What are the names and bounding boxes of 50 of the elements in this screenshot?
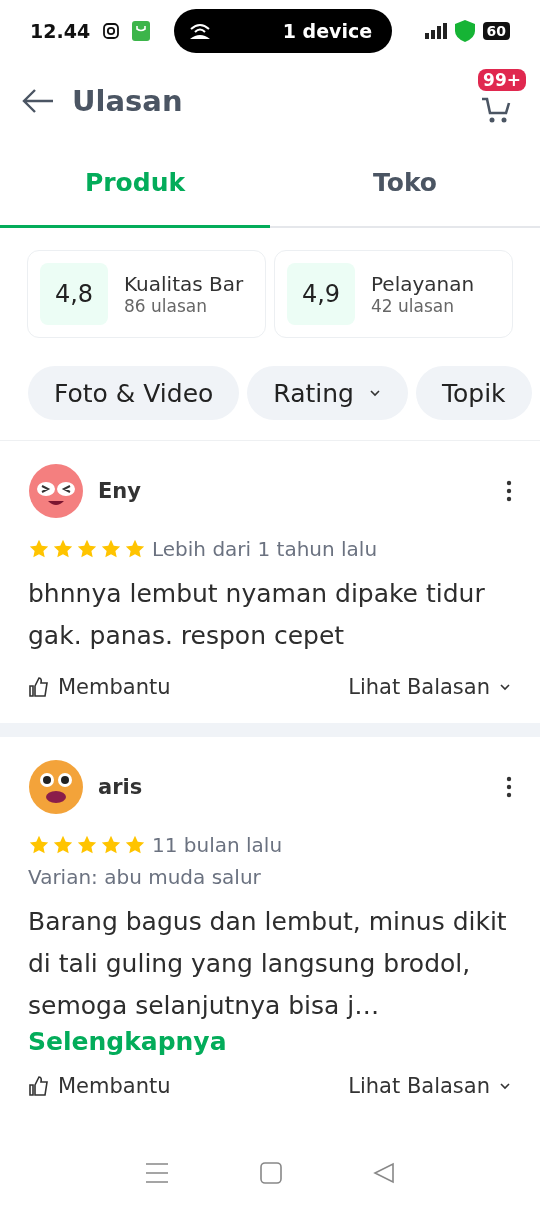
variant-text: Varian: abu muda salur [28, 865, 262, 889]
hotspot-text: 1 device [282, 20, 373, 42]
camera-app-icon [102, 22, 121, 40]
cart-count-badge: 99+ [478, 69, 526, 91]
star-icon [28, 834, 50, 856]
rating-label: Pelayanan [371, 272, 475, 296]
filter-chip[interactable]: Rating [247, 366, 408, 420]
rating-score: 4,8 [40, 263, 108, 325]
star-icon [124, 834, 146, 856]
signal-icon [424, 23, 447, 39]
more-options-icon[interactable] [506, 480, 512, 502]
star-icon [76, 538, 98, 560]
tab[interactable]: Toko [270, 140, 540, 228]
review-time: 11 bulan lalu [152, 833, 283, 857]
helpful-button[interactable]: Membantu [28, 1074, 171, 1098]
back-triangle-icon[interactable] [372, 1162, 395, 1184]
more-options-icon[interactable] [506, 776, 512, 798]
thumbs-up-icon [28, 676, 50, 698]
battery-level: 60 [482, 22, 510, 40]
cart-icon[interactable] [481, 97, 511, 123]
review-text: bhnnya lembut nyaman dipake tidur gak. panas. respon cepet [28, 578, 486, 652]
shopping-app-icon [132, 21, 151, 41]
star-icon [76, 834, 98, 856]
review-count: 86 ulasan [124, 296, 208, 316]
view-replies-button[interactable]: Lihat Balasan [348, 675, 512, 699]
reviewer-name: aris [98, 775, 143, 799]
star-icon [28, 538, 50, 560]
star-icon [124, 538, 146, 560]
filter-chip[interactable]: Foto & Video [28, 366, 240, 420]
helpful-button[interactable]: Membantu [28, 675, 171, 699]
page-title: Ulasan [72, 84, 183, 118]
review-count: 42 ulasan [371, 296, 455, 316]
review-time: Lebih dari 1 tahun lalu [152, 537, 378, 561]
filter-chip[interactable]: Topik [415, 366, 532, 420]
view-replies-button[interactable]: Lihat Balasan [348, 1074, 512, 1098]
status-time: 12.44 [30, 20, 91, 42]
back-arrow-icon[interactable] [22, 89, 54, 113]
star-icon [100, 834, 122, 856]
home-square-icon[interactable] [260, 1162, 282, 1184]
star-icon [100, 538, 122, 560]
rating-score: 4,9 [287, 263, 355, 325]
review-text: Barang bagus dan lembut, minus dikit di tali guling yang langsung brodol, semoga selanjutnya bisa j… [28, 906, 508, 1022]
star-icon [52, 834, 74, 856]
rating-card[interactable]: 4,9 Pelayanan 42 ulasan [274, 250, 513, 338]
rating-label: Kualitas Bar [124, 272, 244, 296]
shield-icon [454, 20, 475, 42]
star-icon [52, 538, 74, 560]
reviewer-name: Eny [98, 479, 141, 503]
thumbs-up-icon [28, 1075, 50, 1097]
rating-card[interactable]: 4,8 Kualitas Bar 86 ulasan [27, 250, 266, 338]
